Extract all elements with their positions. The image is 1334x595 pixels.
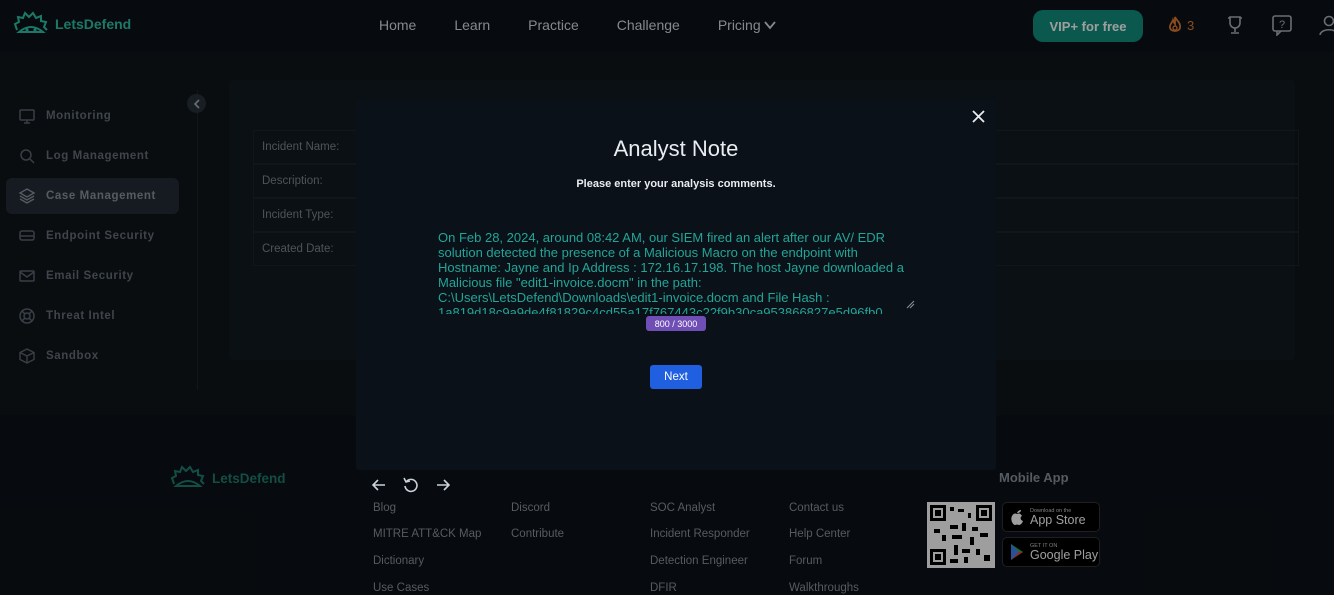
next-button[interactable]: Next	[650, 365, 702, 389]
arrow-right-icon[interactable]	[434, 476, 452, 494]
resize-handle-icon[interactable]	[905, 299, 915, 309]
history-controls	[370, 476, 452, 494]
close-icon[interactable]	[970, 108, 987, 125]
arrow-left-icon[interactable]	[370, 476, 388, 494]
analyst-note-textarea[interactable]: On Feb 28, 2024, around 08:42 AM, our SI…	[432, 226, 916, 314]
reset-icon[interactable]	[402, 476, 420, 494]
modal-title: Analyst Note	[613, 136, 739, 161]
character-counter-badge: 800 / 3000	[646, 316, 706, 331]
modal-subtitle: Please enter your analysis comments.	[576, 178, 776, 190]
